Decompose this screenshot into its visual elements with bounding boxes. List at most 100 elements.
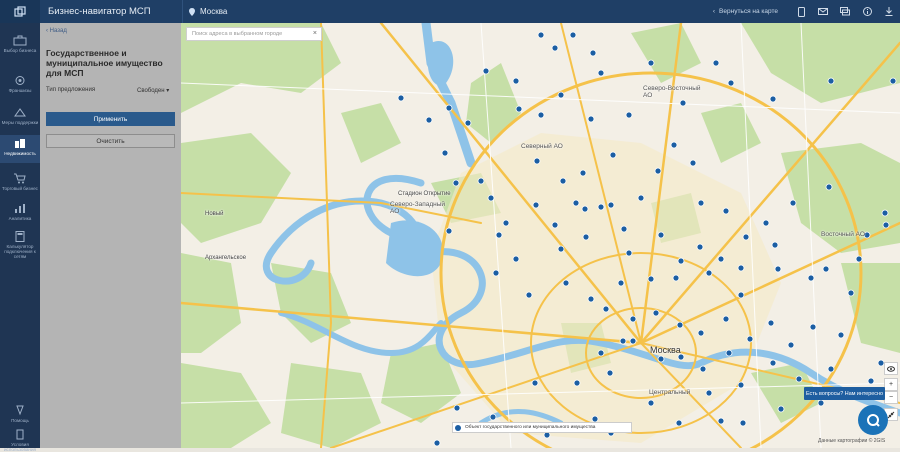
- property-marker[interactable]: [739, 419, 747, 427]
- phone-icon[interactable]: [790, 6, 812, 17]
- property-marker[interactable]: [452, 179, 460, 187]
- property-marker[interactable]: [737, 381, 745, 389]
- property-marker[interactable]: [689, 159, 697, 167]
- chat-icon[interactable]: [834, 7, 856, 16]
- property-marker[interactable]: [562, 279, 570, 287]
- property-marker[interactable]: [762, 219, 770, 227]
- nav-item-franchises[interactable]: Франшизы: [0, 75, 40, 93]
- property-marker[interactable]: [445, 227, 453, 235]
- property-marker[interactable]: [617, 279, 625, 287]
- property-marker[interactable]: [482, 67, 490, 75]
- property-marker[interactable]: [672, 274, 680, 282]
- property-marker[interactable]: [453, 404, 461, 412]
- property-marker[interactable]: [532, 201, 540, 209]
- property-marker[interactable]: [882, 221, 890, 229]
- nav-item-calculator[interactable]: Калькулятор подключения к сетям: [0, 231, 40, 259]
- property-marker[interactable]: [557, 91, 565, 99]
- property-marker[interactable]: [697, 329, 705, 337]
- property-marker[interactable]: [477, 177, 485, 185]
- property-marker[interactable]: [537, 111, 545, 119]
- property-marker[interactable]: [629, 337, 637, 345]
- property-marker[interactable]: [677, 257, 685, 265]
- property-marker[interactable]: [647, 399, 655, 407]
- property-marker[interactable]: [837, 331, 845, 339]
- nav-item-real-estate[interactable]: Недвижимость: [0, 135, 40, 163]
- property-marker[interactable]: [789, 199, 797, 207]
- property-marker[interactable]: [445, 104, 453, 112]
- property-marker[interactable]: [531, 379, 539, 387]
- property-marker[interactable]: [652, 309, 660, 317]
- app-logo-icon[interactable]: [0, 0, 40, 23]
- property-marker[interactable]: [587, 115, 595, 123]
- property-marker[interactable]: [737, 291, 745, 299]
- clear-button[interactable]: Очистить: [46, 134, 175, 148]
- property-marker[interactable]: [769, 359, 777, 367]
- property-marker[interactable]: [597, 203, 605, 211]
- layers-icon[interactable]: [884, 362, 898, 375]
- back-link[interactable]: ‹ Назад: [46, 28, 67, 34]
- property-marker[interactable]: [881, 209, 889, 217]
- property-marker[interactable]: [602, 305, 610, 313]
- property-marker[interactable]: [657, 231, 665, 239]
- property-marker[interactable]: [722, 207, 730, 215]
- property-marker[interactable]: [727, 79, 735, 87]
- property-marker[interactable]: [817, 399, 825, 407]
- property-marker[interactable]: [746, 335, 754, 343]
- property-marker[interactable]: [551, 221, 559, 229]
- zoom-in-button[interactable]: +: [884, 378, 898, 391]
- property-marker[interactable]: [717, 417, 725, 425]
- property-marker[interactable]: [670, 141, 678, 149]
- map-view[interactable]: Москва Северо-Восточный АО Северный АО С…: [181, 23, 900, 448]
- property-marker[interactable]: [725, 349, 733, 357]
- property-marker[interactable]: [433, 439, 441, 447]
- property-marker[interactable]: [889, 77, 897, 85]
- nav-item-support[interactable]: Меры поддержки: [0, 107, 40, 125]
- property-marker[interactable]: [533, 157, 541, 165]
- property-marker[interactable]: [559, 177, 567, 185]
- nav-item-analytics[interactable]: Аналитика: [0, 203, 40, 221]
- property-marker[interactable]: [742, 233, 750, 241]
- property-marker[interactable]: [676, 321, 684, 329]
- download-icon[interactable]: [878, 7, 900, 16]
- property-marker[interactable]: [647, 59, 655, 67]
- property-marker[interactable]: [654, 167, 662, 175]
- apply-button[interactable]: Применить: [46, 112, 175, 126]
- property-marker[interactable]: [771, 241, 779, 249]
- property-marker[interactable]: [464, 119, 472, 127]
- nav-item-terms[interactable]: Условия использования: [0, 429, 40, 452]
- property-marker[interactable]: [573, 379, 581, 387]
- property-marker[interactable]: [705, 269, 713, 277]
- property-marker[interactable]: [712, 59, 720, 67]
- property-marker[interactable]: [492, 269, 500, 277]
- property-marker[interactable]: [397, 94, 405, 102]
- property-marker[interactable]: [717, 255, 725, 263]
- property-marker[interactable]: [557, 245, 565, 253]
- property-marker[interactable]: [679, 99, 687, 107]
- property-marker[interactable]: [774, 265, 782, 273]
- property-marker[interactable]: [489, 413, 497, 421]
- property-marker[interactable]: [607, 201, 615, 209]
- property-marker[interactable]: [569, 31, 577, 39]
- property-marker[interactable]: [807, 274, 815, 282]
- help-button[interactable]: Есть вопросы? Нам интересно: [804, 387, 885, 400]
- property-marker[interactable]: [769, 95, 777, 103]
- property-marker[interactable]: [502, 219, 510, 227]
- city-selector[interactable]: Москва: [182, 0, 227, 23]
- nav-item-trade[interactable]: Торговый бизнес: [0, 173, 40, 191]
- property-marker[interactable]: [809, 323, 817, 331]
- property-marker[interactable]: [795, 375, 803, 383]
- nav-item-help[interactable]: Помощь: [0, 405, 40, 423]
- property-marker[interactable]: [579, 169, 587, 177]
- property-marker[interactable]: [637, 194, 645, 202]
- property-marker[interactable]: [572, 199, 580, 207]
- property-marker[interactable]: [625, 111, 633, 119]
- property-marker[interactable]: [696, 243, 704, 251]
- info-icon[interactable]: [856, 7, 878, 16]
- property-marker[interactable]: [847, 289, 855, 297]
- property-marker[interactable]: [609, 151, 617, 159]
- property-marker[interactable]: [867, 377, 875, 385]
- property-marker[interactable]: [537, 31, 545, 39]
- property-marker[interactable]: [582, 233, 590, 241]
- property-marker[interactable]: [589, 49, 597, 57]
- property-marker[interactable]: [705, 389, 713, 397]
